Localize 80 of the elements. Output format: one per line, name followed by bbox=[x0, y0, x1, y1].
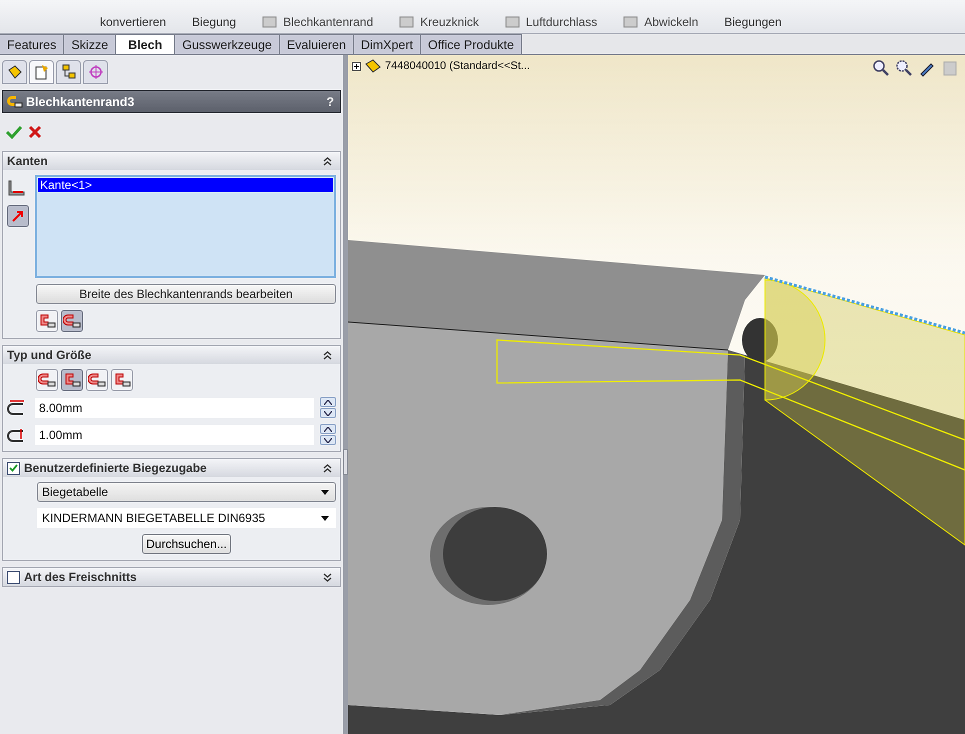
manager-tab[interactable] bbox=[2, 60, 27, 84]
section-checkbox[interactable] bbox=[7, 462, 20, 474]
ribbon-button[interactable]: konvertieren bbox=[100, 15, 166, 29]
section-title: Kanten bbox=[7, 154, 48, 168]
method-dropdown[interactable]: Biegetabelle bbox=[37, 482, 336, 502]
ribbon-tab[interactable]: Features bbox=[0, 34, 64, 54]
arrow-icon bbox=[11, 209, 25, 223]
crosshair-icon bbox=[88, 64, 104, 80]
option-button[interactable] bbox=[111, 369, 133, 391]
tree-item[interactable]: 7448040010 (Standard<<St... bbox=[385, 60, 530, 72]
ribbon-button[interactable]: Abwickeln bbox=[644, 15, 698, 29]
ribbon-tab[interactable]: Blech bbox=[115, 34, 176, 54]
help-button[interactable]: ? bbox=[326, 94, 334, 108]
ribbon-button[interactable]: Kreuzknick bbox=[420, 15, 479, 29]
tool-icon bbox=[262, 15, 278, 29]
zoom-icon[interactable] bbox=[895, 59, 913, 77]
collapse-icon[interactable] bbox=[323, 156, 332, 166]
expand-icon[interactable] bbox=[323, 572, 332, 582]
caret-icon bbox=[321, 490, 329, 494]
ok-icon[interactable] bbox=[6, 125, 22, 139]
feature-title: Blechkantenrand3 bbox=[26, 94, 134, 108]
expand-icon[interactable] bbox=[352, 62, 361, 70]
list-item[interactable]: Kante<1> bbox=[38, 178, 333, 192]
collapse-icon[interactable] bbox=[323, 464, 332, 472]
ribbon-button[interactable]: Biegung bbox=[192, 15, 236, 29]
manager-tab[interactable] bbox=[56, 60, 81, 84]
flange-icon bbox=[88, 372, 106, 388]
up-icon bbox=[324, 400, 332, 404]
edge-list[interactable]: Kante<1> bbox=[35, 175, 336, 278]
ribbon-tab[interactable]: Evaluieren bbox=[278, 34, 354, 54]
document-icon bbox=[34, 64, 50, 80]
spin-up-button[interactable] bbox=[320, 424, 336, 434]
option-button[interactable] bbox=[86, 369, 108, 391]
section-title: Benutzerdefinierte Biegezugabe bbox=[24, 461, 207, 475]
flange-icon bbox=[63, 372, 81, 388]
edge-icon bbox=[7, 179, 27, 197]
flange-icon bbox=[38, 313, 56, 329]
ribbon-button[interactable]: Blechkantenrand bbox=[283, 15, 374, 29]
ribbon-tab[interactable]: Skizze bbox=[63, 34, 116, 54]
flange-icon bbox=[38, 372, 56, 388]
tree-icon bbox=[60, 64, 76, 80]
ribbon-tab[interactable]: Office Produkte bbox=[420, 34, 522, 54]
flange-icon bbox=[113, 372, 131, 388]
spin-up-button[interactable] bbox=[320, 397, 336, 407]
down-icon bbox=[324, 410, 332, 416]
flange-icon bbox=[63, 313, 81, 329]
table-dropdown[interactable]: KINDERMANN BIEGETABELLE DIN6935 bbox=[37, 508, 336, 528]
ribbon-tab[interactable]: Gusswerkzeuge bbox=[174, 34, 280, 54]
tool-icon bbox=[504, 15, 521, 29]
section-title: Art des Freischnitts bbox=[24, 570, 137, 584]
flange-icon bbox=[7, 94, 23, 108]
value-field[interactable]: 8.00mm bbox=[35, 398, 314, 418]
option-button[interactable] bbox=[36, 369, 58, 391]
zoom-icon[interactable] bbox=[872, 59, 890, 77]
sheet-metal-part-drawing[interactable] bbox=[348, 240, 965, 734]
tool-icon bbox=[399, 15, 416, 29]
part-icon bbox=[6, 64, 22, 80]
section-title: Typ und Größe bbox=[7, 348, 92, 362]
caret-icon bbox=[321, 516, 329, 520]
browse-button[interactable]: Durchsuchen... bbox=[142, 534, 231, 554]
ribbon-button[interactable]: Luftdurchlass bbox=[526, 15, 598, 29]
close-icon[interactable] bbox=[28, 125, 42, 139]
down-icon bbox=[324, 438, 332, 442]
section-checkbox[interactable] bbox=[7, 570, 20, 584]
up-icon bbox=[324, 426, 332, 432]
tool-icon bbox=[623, 15, 640, 29]
reverse-direction-button[interactable] bbox=[7, 205, 29, 227]
option-button[interactable] bbox=[61, 310, 83, 332]
spin-down-button[interactable] bbox=[320, 435, 336, 445]
option-button[interactable] bbox=[61, 369, 83, 391]
ribbon-tab[interactable]: DimXpert bbox=[352, 34, 422, 54]
check-icon bbox=[9, 464, 18, 472]
collapse-icon[interactable] bbox=[323, 350, 332, 360]
option-button[interactable] bbox=[36, 310, 58, 332]
edit-width-button[interactable]: Breite des Blechkantenrands bearbeiten bbox=[36, 284, 336, 304]
ribbon-button[interactable]: Biegungen bbox=[724, 15, 782, 29]
value-field[interactable]: 1.00mm bbox=[35, 424, 314, 444]
manager-tab[interactable] bbox=[29, 60, 54, 84]
part-icon bbox=[364, 58, 382, 74]
spin-down-button[interactable] bbox=[320, 408, 336, 418]
